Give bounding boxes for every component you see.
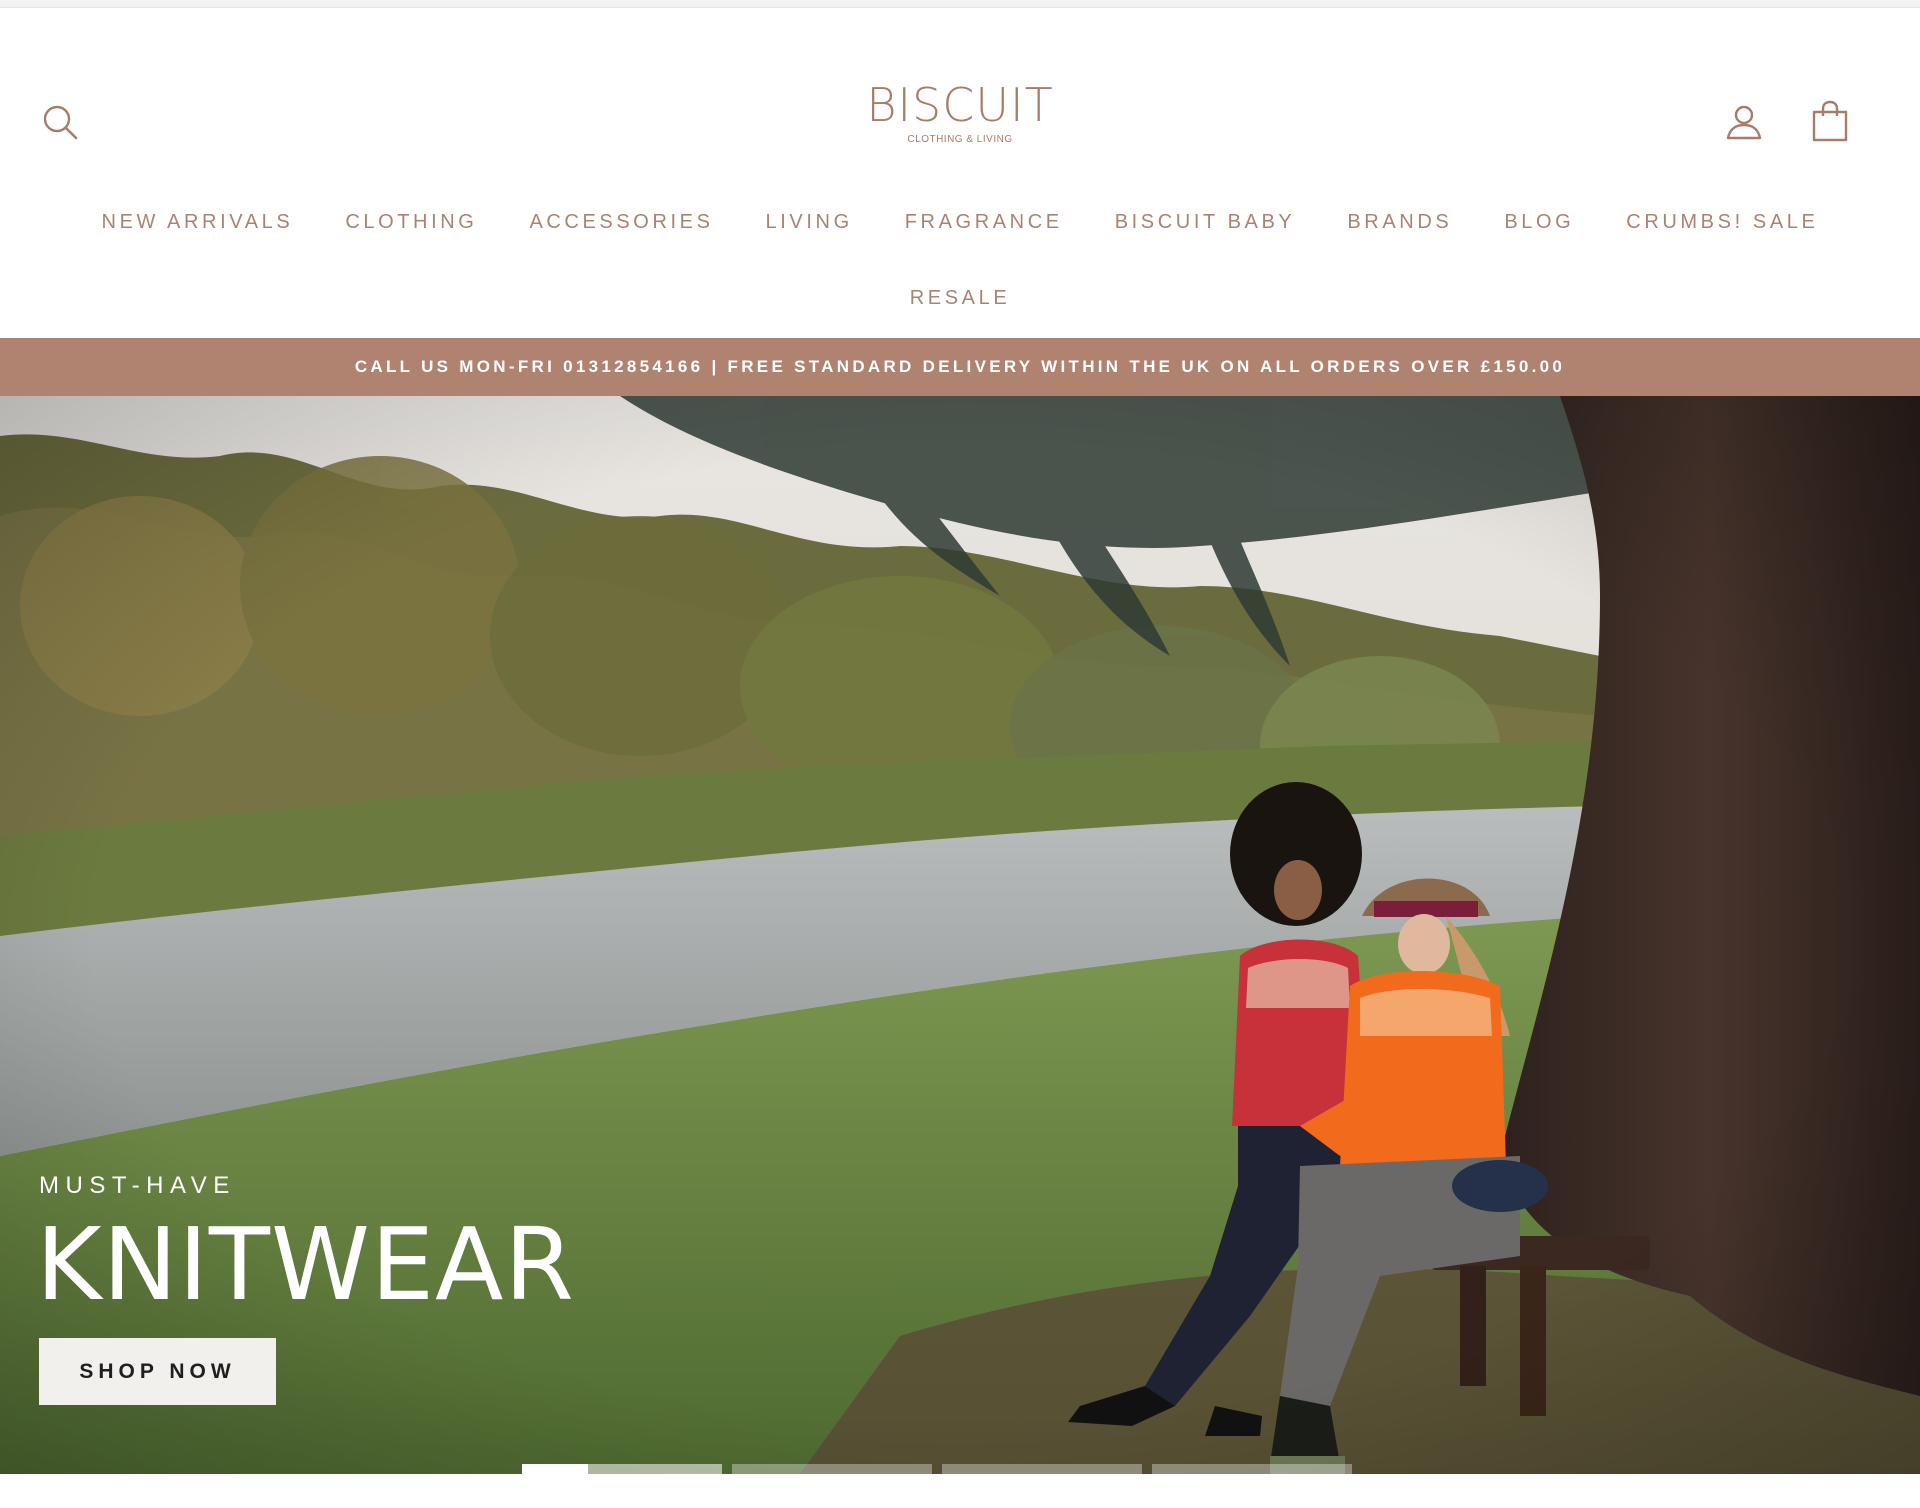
main-nav: NEW ARRIVALS CLOTHING ACCESSORIES LIVING… [0,208,1920,312]
nav-item-blog[interactable]: BLOG [1504,208,1574,236]
shop-now-button[interactable]: SHOP NOW [39,1338,276,1405]
slide-dot-1[interactable] [522,1464,722,1474]
announcement-text: CALL US MON-FRI 01312854166 | FREE STAND… [354,357,1566,376]
slide-dot-2[interactable] [732,1464,932,1474]
nav-item-biscuit-baby[interactable]: BISCUIT BABY [1115,208,1296,236]
nav-item-living[interactable]: LIVING [766,208,853,236]
slide-dot-4[interactable] [1152,1464,1352,1474]
nav-item-fragrance[interactable]: FRAGRANCE [905,208,1063,236]
site-logo[interactable]: BISCUIT CLOTHING & LIVING [0,80,1920,145]
cart-button[interactable] [1808,98,1852,144]
browser-top-rule [0,0,1920,8]
hero-title: KNITWEAR [36,1206,575,1323]
cart-icon [1812,100,1848,142]
slide-dot-3[interactable] [942,1464,1142,1474]
nav-item-resale[interactable]: RESALE [910,284,1011,312]
nav-item-accessories[interactable]: ACCESSORIES [529,208,713,236]
nav-item-new-arrivals[interactable]: NEW ARRIVALS [102,208,294,236]
logo-tagline: CLOTHING & LIVING [907,134,1013,145]
site-header: BISCUIT CLOTHING & LIVING NEW ARRIVALS C… [0,8,1920,338]
logo-wordmark: BISCUIT [866,78,1054,132]
hero-eyebrow: MUST-HAVE [39,1172,236,1199]
slideshow-pagination [522,1464,1352,1474]
nav-item-crumbs-sale[interactable]: CRUMBS! SALE [1626,208,1818,236]
slide-dot-progress [522,1464,588,1474]
announcement-bar: CALL US MON-FRI 01312854166 | FREE STAND… [0,338,1920,396]
account-button[interactable] [1722,100,1766,144]
nav-item-clothing[interactable]: CLOTHING [345,208,477,236]
account-icon [1726,105,1762,140]
nav-item-brands[interactable]: BRANDS [1347,208,1452,236]
page-bottom-strip [0,1474,1920,1508]
